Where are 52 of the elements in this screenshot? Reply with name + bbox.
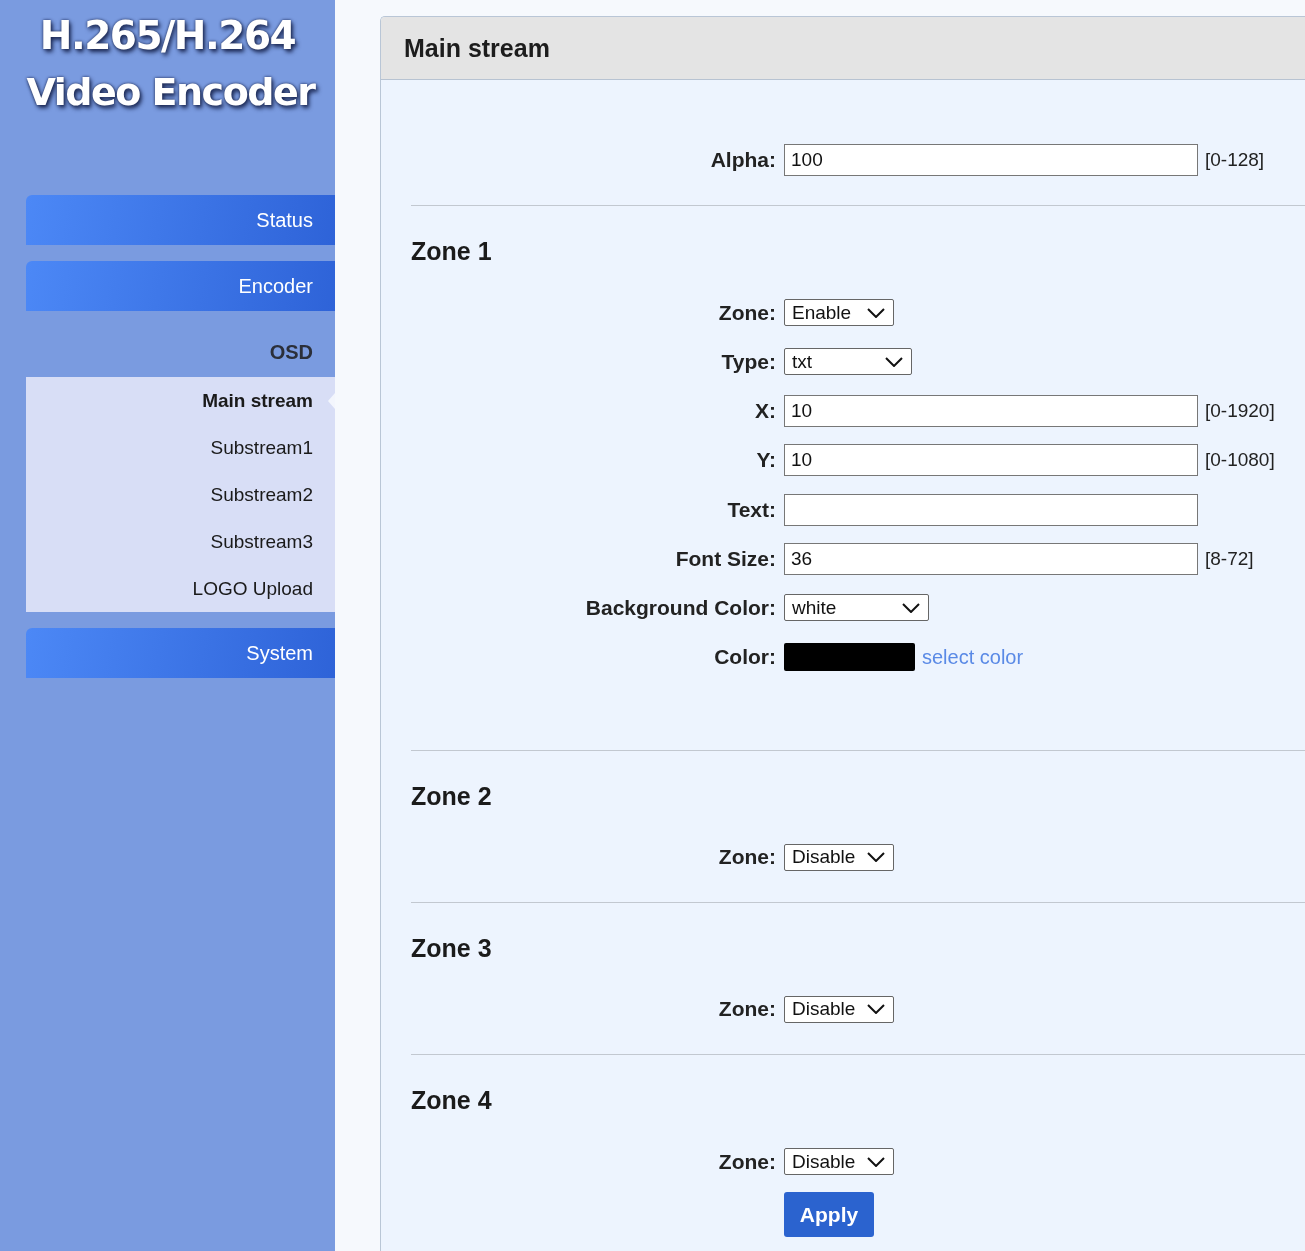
- field-label: Zone:: [717, 845, 776, 870]
- chevron-icon: [902, 602, 920, 613]
- chevron-icon: [867, 307, 885, 318]
- dropdown[interactable]: txt: [784, 348, 912, 376]
- alpha-field[interactable]: 100: [784, 143, 1198, 176]
- field-label: Zone:: [717, 1149, 776, 1174]
- chevron-icon: [885, 356, 903, 367]
- input-field[interactable]: 36: [784, 542, 1198, 575]
- dropdown[interactable]: Disable: [784, 995, 894, 1023]
- chevron-icon: [867, 1004, 885, 1015]
- field-label: Type:: [720, 349, 776, 374]
- panel-title: Main stream: [404, 33, 550, 63]
- logo-text: H.265/H.264: [39, 12, 296, 60]
- range-hint: [0-128]: [1205, 148, 1265, 171]
- zone-heading: Zone 3: [411, 932, 493, 963]
- submenu-item[interactable]: Substream3: [26, 518, 335, 565]
- dropdown[interactable]: Disable: [784, 843, 894, 871]
- range-hint: [0-1080]: [1205, 449, 1275, 472]
- input-field[interactable]: [784, 493, 1198, 526]
- range-hint: [8-72]: [1205, 547, 1254, 570]
- dropdown[interactable]: white: [784, 594, 929, 622]
- nav-heading[interactable]: OSD: [26, 327, 335, 377]
- submenu-item[interactable]: Substream1: [26, 424, 335, 471]
- logo-text: Video Encoder: [26, 69, 315, 116]
- dropdown[interactable]: Disable: [784, 1148, 894, 1176]
- submenu-item[interactable]: Main stream: [26, 377, 335, 424]
- input-field[interactable]: 10: [784, 444, 1198, 477]
- field-label: Color:: [713, 645, 776, 670]
- field-label: Zone:: [717, 300, 776, 325]
- apply-button[interactable]: Apply: [784, 1192, 874, 1238]
- field-label: Y:: [755, 448, 776, 473]
- submenu-item[interactable]: LOGO Upload: [26, 565, 335, 612]
- zone-heading: Zone 1: [411, 236, 493, 267]
- field-label: X:: [754, 399, 776, 424]
- field-label: Zone:: [717, 997, 776, 1022]
- nav-button[interactable]: Encoder: [26, 261, 335, 311]
- nav-button[interactable]: System: [26, 628, 335, 678]
- zone-heading: Zone 2: [411, 780, 493, 811]
- submenu-item[interactable]: Substream2: [26, 471, 335, 518]
- pointer-icon: [328, 393, 335, 409]
- color-swatch[interactable]: [784, 643, 915, 672]
- nav-button[interactable]: Status: [26, 195, 335, 245]
- field-label: Font Size:: [674, 546, 776, 571]
- field-label: Background Color:: [584, 595, 776, 620]
- input-field[interactable]: 10: [784, 395, 1198, 428]
- zone-heading: Zone 4: [411, 1085, 493, 1116]
- field-label: Alpha:: [709, 147, 776, 172]
- chevron-icon: [867, 852, 885, 863]
- chevron-icon: [867, 1156, 885, 1167]
- field-label: Text:: [726, 497, 776, 522]
- dropdown[interactable]: Enable: [784, 299, 894, 327]
- range-hint: [0-1920]: [1205, 400, 1275, 423]
